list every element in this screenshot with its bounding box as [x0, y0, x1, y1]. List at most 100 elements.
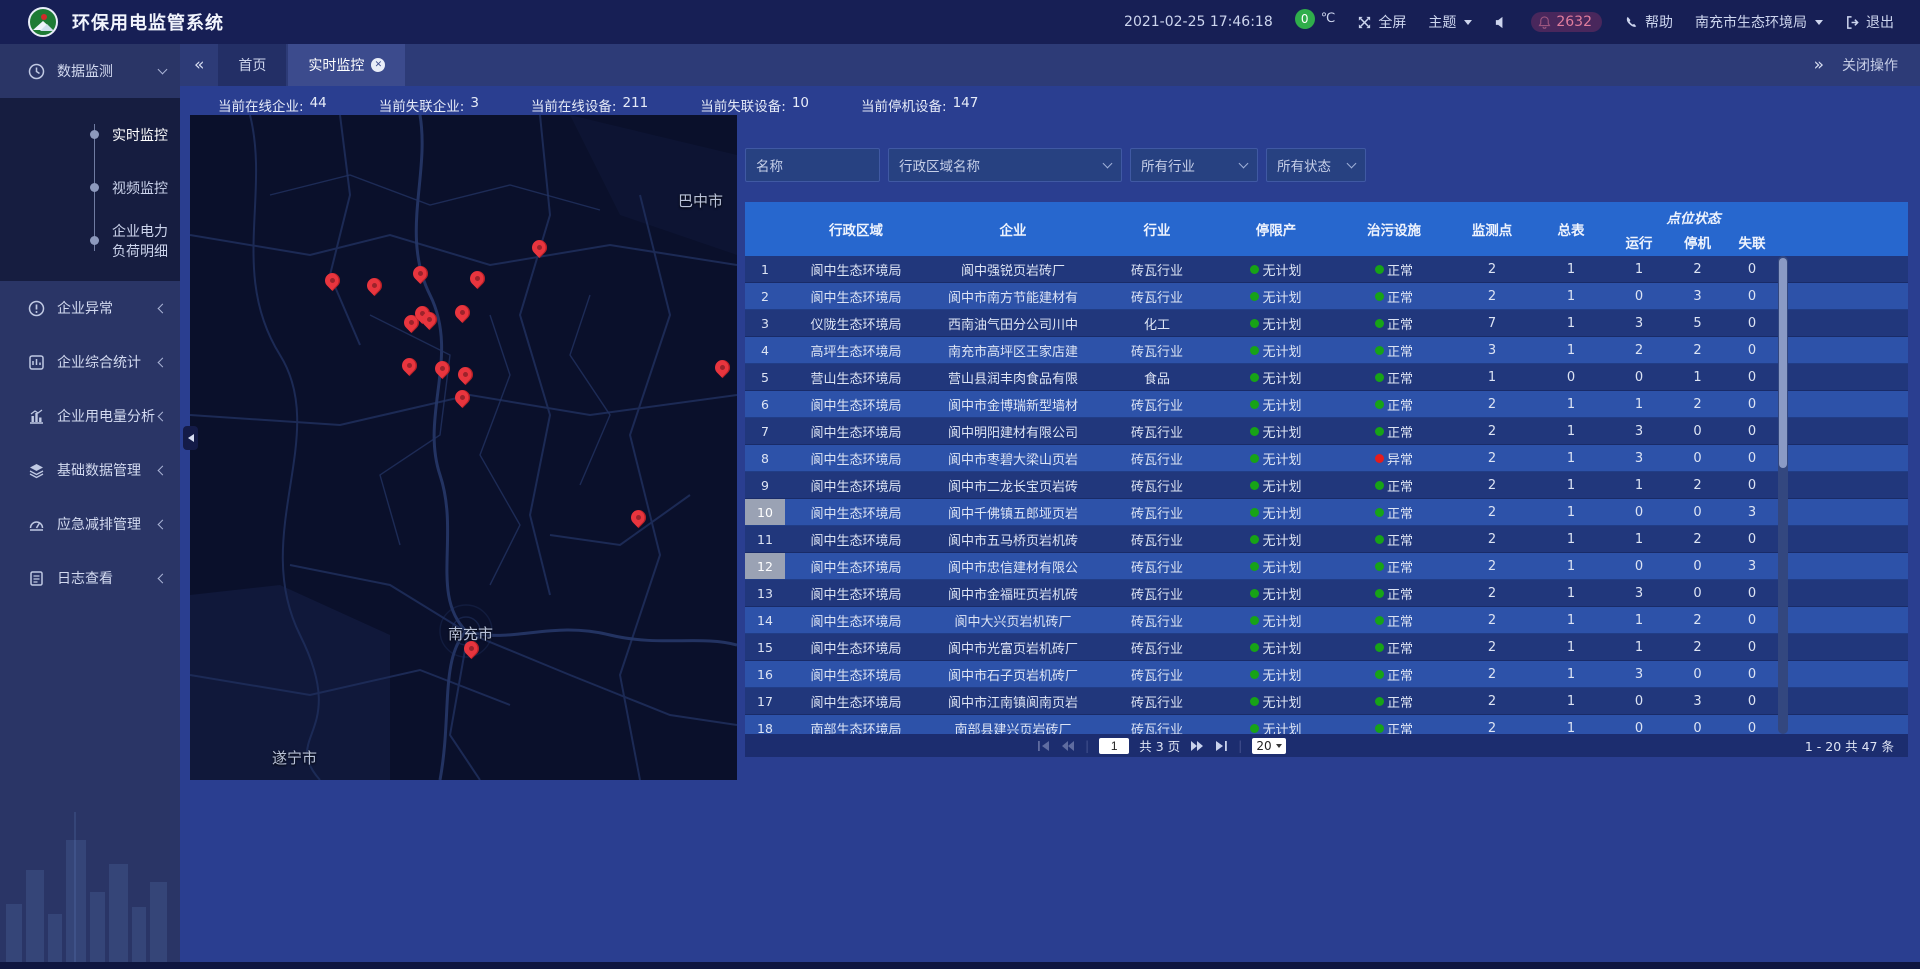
- stat-item: 当前停机设备:147: [861, 95, 978, 115]
- map-pin-icon[interactable]: [461, 638, 482, 659]
- table-row[interactable]: 7阆中生态环境局阆中明阳建材有限公司砖瓦行业无计划正常21300: [745, 418, 1908, 445]
- map-pin-icon[interactable]: [529, 237, 550, 258]
- status-dot-icon: [1250, 427, 1259, 436]
- cell-limit-status: 无计划: [1215, 256, 1337, 282]
- cell-company: 西南油气田分公司川中: [927, 310, 1099, 336]
- industry-select[interactable]: 所有行业: [1130, 148, 1258, 182]
- table-row[interactable]: 16阆中生态环境局阆中市石子页岩机砖厂砖瓦行业无计划正常21300: [745, 661, 1908, 688]
- help-button[interactable]: 帮助: [1624, 12, 1673, 32]
- table-row[interactable]: 13阆中生态环境局阆中市金福旺页岩机砖砖瓦行业无计划正常21300: [745, 580, 1908, 607]
- prev-page-button[interactable]: [1061, 740, 1075, 752]
- cell-limit-status: 无计划: [1215, 688, 1337, 714]
- cell-stop: 0: [1669, 445, 1726, 471]
- map-pin-icon[interactable]: [455, 364, 476, 385]
- map-canvas[interactable]: 巴中市南充市遂宁市: [190, 115, 737, 780]
- table-row[interactable]: 4高坪生态环境局南充市高坪区王家店建砖瓦行业无计划正常31220: [745, 337, 1908, 364]
- speaker-icon: [1494, 15, 1509, 30]
- row-number: 7: [745, 418, 785, 444]
- map-pin-icon[interactable]: [364, 275, 385, 296]
- sidebar-subitem-1[interactable]: 实时监控: [0, 108, 180, 161]
- table-row[interactable]: 5营山生态环境局营山县润丰肉食品有限食品无计划正常10010: [745, 364, 1908, 391]
- status-select[interactable]: 所有状态: [1266, 148, 1366, 182]
- name-search-input[interactable]: 名称: [745, 148, 880, 182]
- tab-home[interactable]: 首页: [218, 44, 286, 86]
- table-scrollbar[interactable]: [1778, 256, 1788, 734]
- region-select[interactable]: 行政区域名称: [888, 148, 1122, 182]
- gauge-icon: [28, 516, 45, 533]
- cell-points: 2: [1451, 661, 1533, 687]
- table-row[interactable]: 8阆中生态环境局阆中市枣碧大梁山页岩砖瓦行业无计划异常21300: [745, 445, 1908, 472]
- stat-label: 当前失联企业:: [379, 95, 465, 115]
- city-label: 巴中市: [678, 190, 723, 211]
- tabs-scroll-right-icon[interactable]: »: [1814, 55, 1824, 75]
- logout-button[interactable]: 退出: [1845, 12, 1894, 32]
- cell-points: 2: [1451, 283, 1533, 309]
- map-pin-icon[interactable]: [452, 387, 473, 408]
- status-dot-icon: [1375, 643, 1384, 652]
- table-row[interactable]: 3仪陇生态环境局西南油气田分公司川中化工无计划正常71350: [745, 310, 1908, 337]
- table-row[interactable]: 11阆中生态环境局阆中市五马桥页岩机砖砖瓦行业无计划正常21120: [745, 526, 1908, 553]
- map-pin-icon[interactable]: [452, 302, 473, 323]
- status-dot-icon: [1250, 562, 1259, 571]
- map-pin-icon[interactable]: [399, 355, 420, 376]
- table-row[interactable]: 2阆中生态环境局阆中市南方节能建材有砖瓦行业无计划正常21030: [745, 283, 1908, 310]
- cell-meters: 1: [1533, 715, 1609, 734]
- sidebar-subitem-3[interactable]: 企业电力负荷明细: [0, 214, 180, 267]
- col-industry: 行业: [1099, 202, 1215, 256]
- table-row[interactable]: 17阆中生态环境局阆中市江南镇阆南页岩砖瓦行业无计划正常21030: [745, 688, 1908, 715]
- sidebar-item-data-monitor[interactable]: 数据监测: [0, 44, 180, 98]
- cell-company: 阆中大兴页岩机砖厂: [927, 607, 1099, 633]
- filter-bar: 名称 行政区域名称 所有行业 所有状态: [745, 148, 1908, 182]
- page-size-select[interactable]: 20: [1252, 738, 1285, 754]
- first-page-button[interactable]: [1037, 740, 1051, 752]
- sidebar-item-power-analysis[interactable]: 企业用电量分析: [0, 389, 180, 443]
- table-row[interactable]: 9阆中生态环境局阆中市二龙长宝页岩砖砖瓦行业无计划正常21120: [745, 472, 1908, 499]
- theme-dropdown[interactable]: 主题: [1428, 12, 1472, 32]
- cell-limit-status: 无计划: [1215, 418, 1337, 444]
- chevron-down-icon: [1347, 159, 1357, 169]
- cell-region: 阆中生态环境局: [785, 634, 927, 660]
- notification-badge[interactable]: 2632: [1531, 12, 1602, 32]
- table-row[interactable]: 6阆中生态环境局阆中市金博瑞新型墙材砖瓦行业无计划正常21120: [745, 391, 1908, 418]
- map-pin-icon[interactable]: [432, 358, 453, 379]
- fullscreen-button[interactable]: 全屏: [1357, 12, 1406, 32]
- map-pin-icon[interactable]: [712, 357, 733, 378]
- cell-meters: 1: [1533, 661, 1609, 687]
- org-dropdown[interactable]: 南充市生态环境局: [1695, 12, 1823, 32]
- status-dot-icon: [1375, 400, 1384, 409]
- table-row[interactable]: 15阆中生态环境局阆中市光富页岩机砖厂砖瓦行业无计划正常21120: [745, 634, 1908, 661]
- table-row[interactable]: 12阆中生态环境局阆中市忠信建材有限公砖瓦行业无计划正常21003: [745, 553, 1908, 580]
- cell-industry: 砖瓦行业: [1099, 472, 1215, 498]
- map-collapse-button[interactable]: [183, 426, 198, 450]
- map-pin-icon[interactable]: [628, 507, 649, 528]
- close-operations-button[interactable]: 关闭操作: [1842, 55, 1898, 75]
- table-row[interactable]: 18南部生态环境局南部县建兴页岩砖厂砖瓦行业无计划正常21000: [745, 715, 1908, 734]
- sidebar-item-base-data[interactable]: 基础数据管理: [0, 443, 180, 497]
- row-number: 1: [745, 256, 785, 282]
- sound-button[interactable]: [1494, 15, 1509, 30]
- map-pin-icon[interactable]: [322, 270, 343, 291]
- table-row[interactable]: 14阆中生态环境局阆中大兴页岩机砖厂砖瓦行业无计划正常21120: [745, 607, 1908, 634]
- tab-close-icon[interactable]: ✕: [371, 58, 385, 72]
- status-dot-icon: [1375, 589, 1384, 598]
- cell-lost: 0: [1726, 661, 1778, 687]
- sidebar-subitem-2[interactable]: 视频监控: [0, 161, 180, 214]
- table-row[interactable]: 1阆中生态环境局阆中强锐页岩砖厂砖瓦行业无计划正常21120: [745, 256, 1908, 283]
- table-row[interactable]: 10阆中生态环境局阆中千佛镇五郎垭页岩砖瓦行业无计划正常21003: [745, 499, 1908, 526]
- map-pin-icon[interactable]: [467, 268, 488, 289]
- cell-company: 阆中市忠信建材有限公: [927, 553, 1099, 579]
- sidebar-item-emergency[interactable]: 应急减排管理: [0, 497, 180, 551]
- tab-realtime-monitor[interactable]: 实时监控 ✕: [288, 44, 405, 86]
- cell-region: 阆中生态环境局: [785, 553, 927, 579]
- row-number: 17: [745, 688, 785, 714]
- sidebar-item-log-view[interactable]: 日志查看: [0, 551, 180, 605]
- page-number-input[interactable]: [1099, 738, 1129, 754]
- sidebar-item-company-abnormal[interactable]: 企业异常: [0, 281, 180, 335]
- tabs-scroll-left-icon[interactable]: «: [180, 55, 218, 75]
- last-page-button[interactable]: [1214, 740, 1228, 752]
- cell-run: 0: [1609, 364, 1669, 390]
- next-page-button[interactable]: [1190, 740, 1204, 752]
- cell-company: 阆中市金博瑞新型墙材: [927, 391, 1099, 417]
- map-pin-icon[interactable]: [410, 263, 431, 284]
- sidebar-item-company-stats[interactable]: 企业综合统计: [0, 335, 180, 389]
